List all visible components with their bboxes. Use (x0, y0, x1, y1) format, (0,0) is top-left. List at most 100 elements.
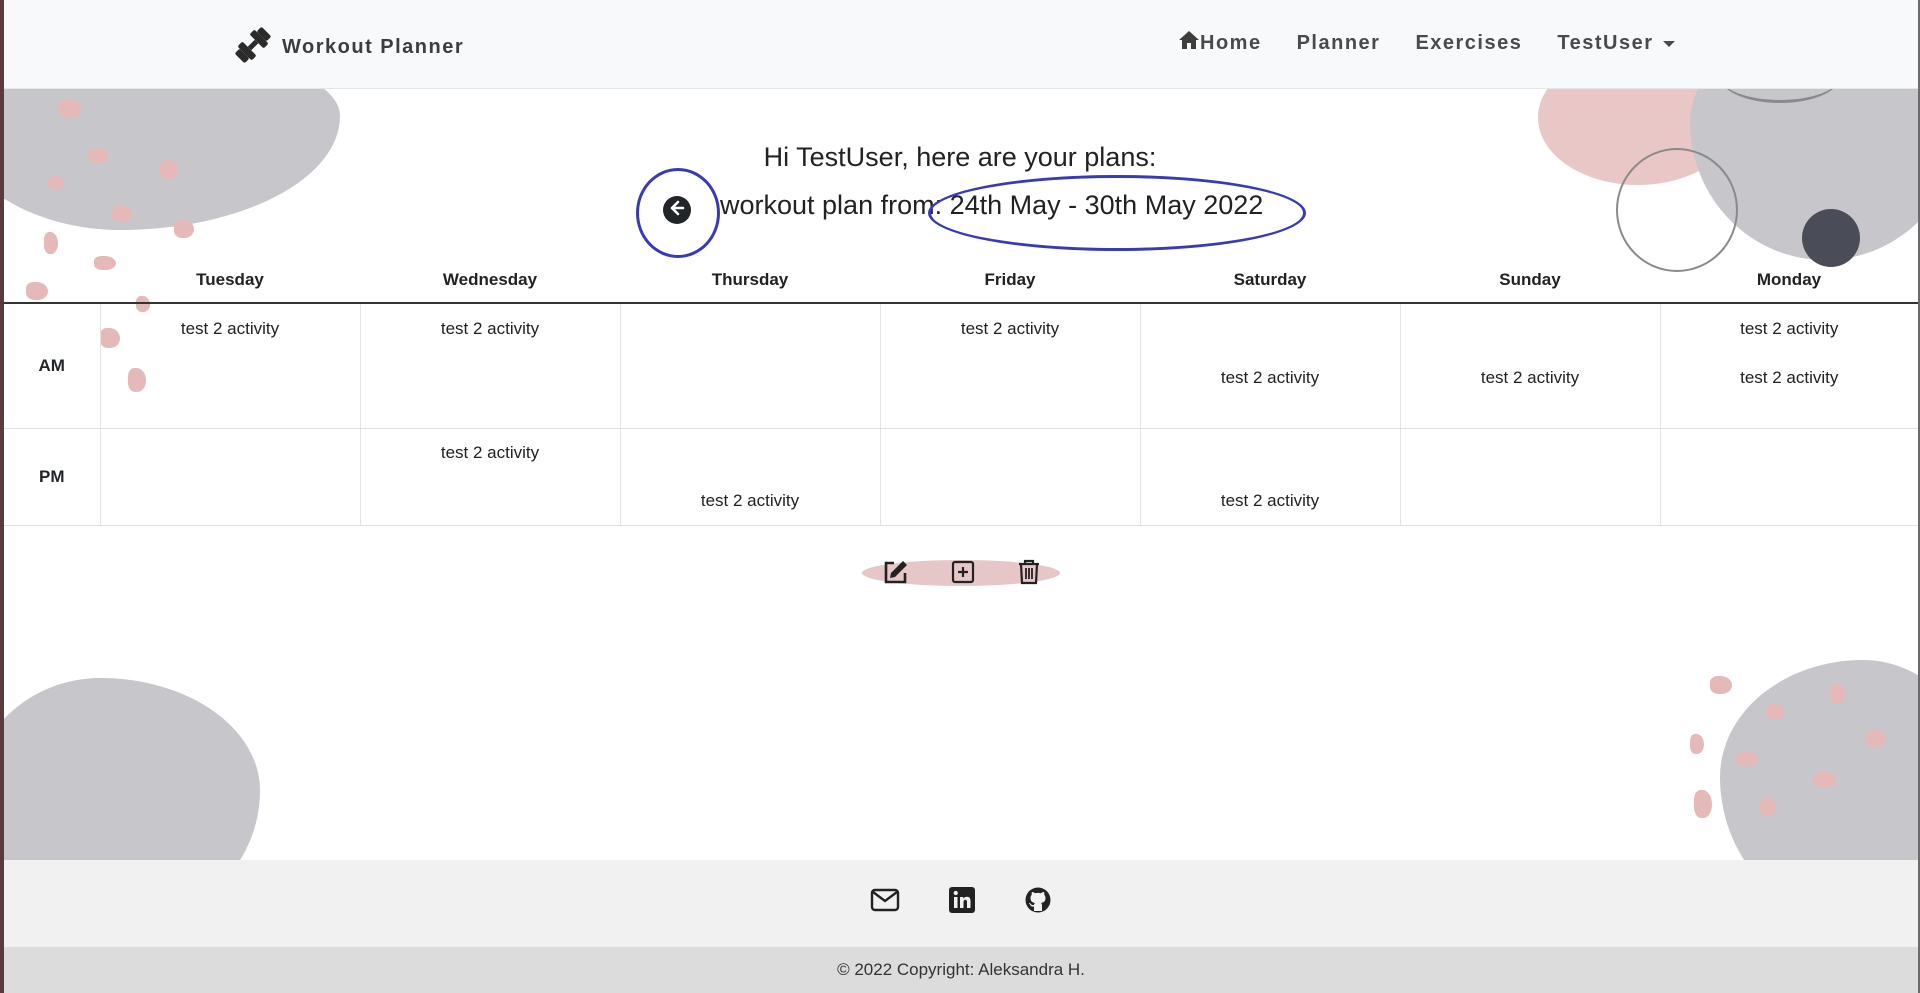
activity-item[interactable]: test 2 activity (1141, 353, 1400, 402)
header-day: Sunday (1400, 258, 1660, 304)
add-plan-button[interactable] (948, 559, 978, 589)
table-row-am: AM test 2 activity test 2 activity test … (4, 303, 1918, 429)
table-cell: test 2 activity (1140, 303, 1401, 429)
window-left-edge (0, 0, 4, 993)
activity-item[interactable] (621, 353, 880, 402)
activity-item[interactable] (621, 304, 880, 353)
activity-item[interactable] (881, 429, 1140, 477)
linkedin-link[interactable] (947, 886, 977, 918)
activity-item[interactable] (1141, 429, 1400, 477)
nav-exercises[interactable]: Exercises (1415, 32, 1522, 55)
bg-fleck (1694, 790, 1712, 818)
bg-fleck (44, 232, 58, 254)
table-cell (1400, 428, 1661, 526)
table-cell: test 2 activity (1400, 303, 1661, 429)
activity-item[interactable] (101, 353, 360, 402)
bg-fleck (1814, 772, 1836, 788)
bg-fleck (58, 100, 82, 118)
bg-fleck (1830, 684, 1846, 704)
table-cell: test 2 activity (100, 303, 361, 429)
plan-title-row: workout plan from: 24th May - 30th May 2… (0, 190, 1920, 230)
add-icon (950, 559, 976, 590)
nav-home-label: Home (1200, 31, 1262, 54)
activity-item[interactable] (1141, 304, 1400, 353)
activity-item[interactable]: test 2 activity (1141, 477, 1400, 525)
bg-fleck (1866, 730, 1886, 748)
arrow-left-icon (668, 199, 686, 222)
bg-fleck (1710, 676, 1732, 694)
plan-table: Tuesday Wednesday Thursday Friday Saturd… (4, 258, 1918, 526)
table-cell: test 2 activity (1140, 428, 1401, 526)
github-link[interactable] (1023, 887, 1053, 917)
user-dropdown-label: TestUser (1557, 31, 1654, 54)
row-label: PM (4, 428, 101, 526)
back-button[interactable] (663, 196, 691, 224)
table-cell: test 2 activity (880, 303, 1141, 429)
activity-item[interactable]: test 2 activity (101, 304, 360, 353)
activity-item[interactable] (1401, 477, 1660, 525)
brand-text: Workout Planner (282, 36, 465, 58)
greeting: Hi TestUser, here are your plans: (763, 142, 1157, 172)
table-cell (1660, 428, 1919, 526)
plan-title: workout plan from: 24th May - 30th May 2… (720, 190, 1264, 220)
table-cell: test 2 activity (360, 303, 621, 429)
activity-item[interactable] (101, 429, 360, 477)
nav-planner-label: Planner (1296, 31, 1381, 54)
table-cell: test 2 activity (360, 428, 621, 526)
table-row-pm: PM test 2 activity test 2 activity test … (4, 428, 1919, 526)
activity-item[interactable]: test 2 activity (1661, 304, 1919, 353)
activity-item[interactable] (881, 353, 1140, 402)
bg-fleck (1736, 752, 1758, 766)
activity-item[interactable]: test 2 activity (361, 429, 620, 477)
brand[interactable]: Workout Planner (232, 24, 464, 71)
activity-item[interactable] (1401, 429, 1660, 477)
activity-item[interactable]: test 2 activity (621, 477, 880, 525)
activity-item[interactable]: test 2 activity (1401, 353, 1660, 402)
header-day: Friday (880, 258, 1140, 304)
header-day: Monday (1660, 258, 1918, 304)
table-header-row: Tuesday Wednesday Thursday Friday Saturd… (4, 258, 1918, 304)
activity-item[interactable] (621, 429, 880, 477)
table-cell (620, 303, 881, 429)
edit-plan-button[interactable] (880, 559, 910, 589)
header-day: Tuesday (100, 258, 360, 304)
activity-item[interactable] (1401, 304, 1660, 353)
table-cell (100, 428, 361, 526)
nav-exercises-label: Exercises (1415, 31, 1523, 54)
table-cell: test 2 activity test 2 activity (1660, 303, 1918, 429)
activity-item[interactable] (881, 477, 1140, 525)
activity-item[interactable] (1661, 477, 1919, 525)
activity-item[interactable]: test 2 activity (1661, 353, 1919, 402)
table-cell: test 2 activity (620, 428, 881, 526)
bg-fleck (1690, 734, 1704, 754)
activity-item[interactable] (361, 353, 620, 402)
row-label: AM (4, 303, 101, 429)
linkedin-icon (949, 886, 975, 918)
nav-home[interactable]: Home (1178, 30, 1262, 56)
activity-item[interactable]: test 2 activity (881, 304, 1140, 353)
activity-item[interactable]: test 2 activity (361, 304, 620, 353)
home-icon (1178, 30, 1200, 56)
caret-down-icon (1663, 41, 1676, 47)
trash-icon (1017, 558, 1041, 591)
delete-plan-button[interactable] (1014, 559, 1044, 589)
bg-fleck (48, 176, 64, 190)
header-empty (4, 258, 100, 304)
navbar: Workout Planner Home Planner Exercises T… (4, 0, 1918, 89)
github-icon (1024, 886, 1052, 919)
copyright: © 2022 Copyright: Aleksandra H. (4, 947, 1918, 993)
activity-item[interactable] (1661, 429, 1919, 477)
header-day: Thursday (620, 258, 880, 304)
dumbbell-icon (232, 24, 274, 71)
activity-item[interactable] (361, 477, 620, 525)
email-link[interactable] (870, 887, 900, 917)
email-icon (870, 888, 900, 917)
header-day: Wednesday (360, 258, 620, 304)
table-cell (880, 428, 1141, 526)
user-dropdown[interactable]: TestUser (1557, 31, 1676, 55)
bg-fleck (1766, 704, 1784, 720)
edit-icon (881, 558, 909, 591)
nav-planner[interactable]: Planner (1297, 32, 1381, 55)
activity-item[interactable] (101, 477, 360, 525)
header-day: Saturday (1140, 258, 1400, 304)
